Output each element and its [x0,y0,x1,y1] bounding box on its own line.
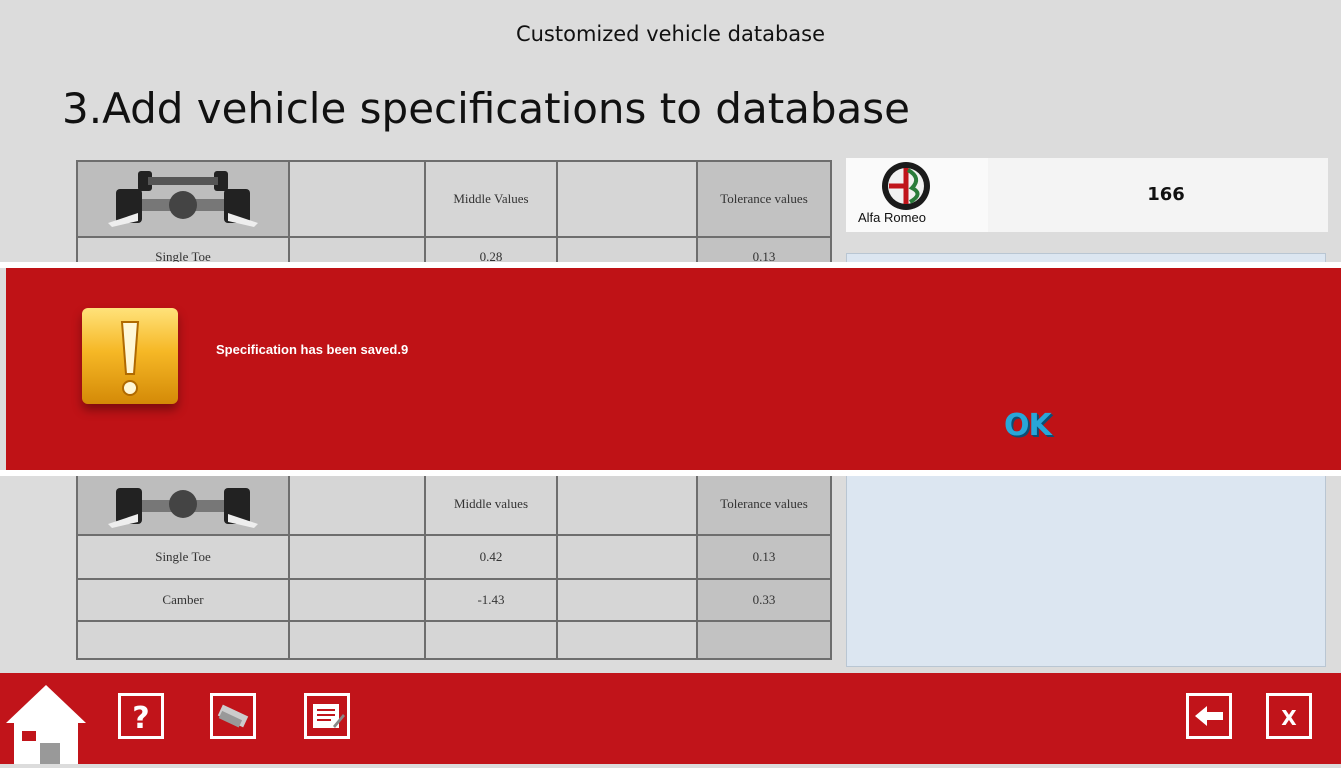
warning-icon [82,308,178,404]
vehicle-header: Alfa Romeo 166 [846,158,1328,232]
spec-table-rear: Middle values Tolerance values Single To… [76,472,832,660]
back-arrow-icon [1195,706,1223,726]
help-icon: ? [132,701,149,736]
vehicle-tools-button[interactable] [210,693,256,739]
brand-name: Alfa Romeo [858,210,926,225]
close-x-icon: X [1281,706,1297,730]
model-name: 166 [1147,184,1185,205]
home-button[interactable] [6,683,86,764]
alert-message: Specification has been saved.9 [216,342,409,357]
tolerance-value: 0.13 [696,534,832,580]
help-button[interactable]: ? [118,693,164,739]
close-label: X [1281,706,1297,730]
alert-border-bottom [0,470,1341,476]
rear-axle-icon [108,488,258,528]
col-header-middle: Middle values [424,472,558,536]
spec-table-front: Middle Values Tolerance values Single To… [76,160,832,278]
svg-text:?: ? [132,701,149,736]
table-row: Single Toe 0.42 0.13 [76,534,832,580]
brand-logo: Alfa Romeo [846,158,988,232]
col-header-tolerance: Tolerance values [696,160,832,238]
col-header-middle: Middle Values [424,160,558,238]
front-axle-icon-cell [76,160,290,238]
vehicle-tools-icon [217,704,249,728]
page-title: 3.Add vehicle specifications to database [62,84,911,133]
table-row [76,620,832,660]
ok-button[interactable]: OK [1004,408,1052,443]
row-label: Camber [76,578,290,622]
rear-axle-icon-cell [76,472,290,536]
table-row: Camber -1.43 0.33 [76,578,832,622]
middle-value-input[interactable] [424,620,558,660]
spec-sheet-icon [313,704,345,728]
tolerance-value [696,620,832,660]
close-button[interactable]: X [1266,693,1312,739]
row-label [76,620,290,660]
bottom-toolbar: ? X [0,673,1341,764]
middle-value-input[interactable]: -1.43 [424,578,558,622]
home-icon [6,685,86,764]
middle-value-input[interactable]: 0.42 [424,534,558,580]
row-label: Single Toe [76,534,290,580]
save-alert-dialog: Specification has been saved.9 OK [6,268,1341,470]
front-axle-icon [108,171,258,227]
window-title: Customized vehicle database [515,22,826,46]
back-button[interactable] [1186,693,1232,739]
spec-sheet-button[interactable] [304,693,350,739]
tolerance-value: 0.33 [696,578,832,622]
col-header-tolerance: Tolerance values [696,472,832,536]
